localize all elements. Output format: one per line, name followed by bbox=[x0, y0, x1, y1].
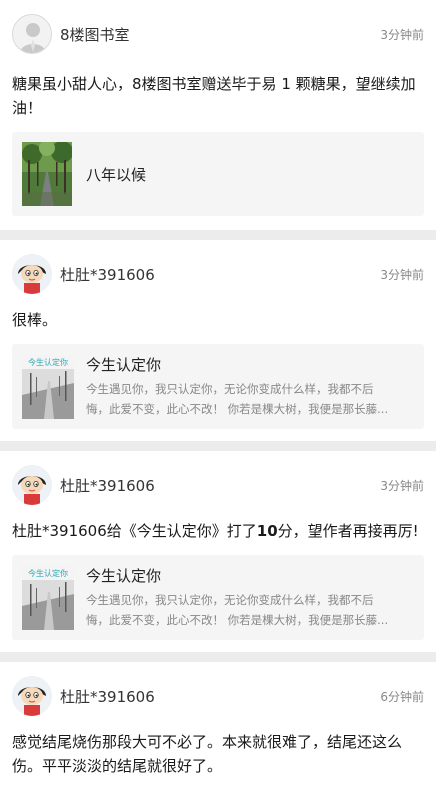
book-info: 八年以候 bbox=[86, 164, 414, 185]
book-cover: 今生认定你 bbox=[22, 354, 74, 419]
book-description: 今生遇见你，我只认定你，无论你变成什么样，我都不后 悔，此爱不变，此心不改！ 你… bbox=[86, 379, 414, 419]
username[interactable]: 杜肚*391606 bbox=[60, 475, 380, 496]
post-text-part: 分，望作者再接再厉! bbox=[277, 522, 419, 540]
username[interactable]: 8楼图书室 bbox=[60, 24, 380, 45]
book-title: 今生认定你 bbox=[86, 567, 162, 585]
book-info: 今生认定你 今生遇见你，我只认定你，无论你变成什么样，我都不后 悔，此爱不变，此… bbox=[86, 565, 414, 630]
activity-feed: 8楼图书室 3分钟前 糖果虽小甜人心，8楼图书室赠送毕于易 1 颗糖果，望继续加… bbox=[0, 0, 436, 802]
book-title: 八年以候 bbox=[86, 165, 147, 184]
book-description-line: 今生遇见你，我只认定你，无论你变成什么样，我都不后 bbox=[86, 382, 374, 396]
timestamp: 3分钟前 bbox=[380, 267, 424, 282]
feed-item-header: 杜肚*391606 3分钟前 bbox=[12, 254, 424, 294]
book-description-line: 悔，此爱不变，此心不改！ 你若是棵大树，我便是那长藤... bbox=[86, 402, 389, 416]
post-text: 杜肚*391606给《今生认定你》打了10分，望作者再接再厉! bbox=[12, 519, 424, 543]
timestamp: 6分钟前 bbox=[380, 689, 424, 704]
book-description-line: 悔，此爱不变，此心不改！ 你若是棵大树，我便是那长藤... bbox=[86, 613, 389, 627]
feed-item-header: 杜肚*391606 3分钟前 bbox=[12, 465, 424, 505]
book-info: 今生认定你 今生遇见你，我只认定你，无论你变成什么样，我都不后 悔，此爱不变，此… bbox=[86, 354, 414, 419]
feed-item-header: 8楼图书室 3分钟前 bbox=[12, 14, 424, 54]
cartoon-avatar-icon[interactable] bbox=[12, 465, 52, 505]
cartoon-avatar-icon[interactable] bbox=[12, 676, 52, 716]
book-cover bbox=[22, 142, 74, 206]
book-description: 今生遇见你，我只认定你，无论你变成什么样，我都不后 悔，此爱不变，此心不改！ 你… bbox=[86, 590, 414, 630]
post-text: 很棒。 bbox=[12, 311, 58, 329]
book-title: 今生认定你 bbox=[86, 356, 162, 374]
feed-item[interactable]: 8楼图书室 3分钟前 糖果虽小甜人心，8楼图书室赠送毕于易 1 颗糖果，望继续加… bbox=[0, 0, 436, 230]
book-link-card[interactable]: 今生认定你 今生认定你 今生遇见你，我只认定你，无论你变成什么样，我都不后 悔，… bbox=[12, 344, 424, 429]
feed-item[interactable]: 杜肚*391606 3分钟前 很棒。 今生认定你 今生认定你 今生遇见你，我只认… bbox=[0, 240, 436, 441]
post-text-part: 杜肚*391606给《今生认定你》打了 bbox=[12, 522, 257, 540]
book-description-line: 今生遇见你，我只认定你，无论你变成什么样，我都不后 bbox=[86, 593, 374, 607]
book-link-card[interactable]: 八年以候 bbox=[12, 132, 424, 216]
feed-item[interactable]: 杜肚*391606 3分钟前 杜肚*391606给《今生认定你》打了10分，望作… bbox=[0, 451, 436, 652]
username[interactable]: 杜肚*391606 bbox=[60, 264, 380, 285]
cover-caption: 今生认定你 bbox=[28, 568, 68, 578]
username[interactable]: 杜肚*391606 bbox=[60, 686, 380, 707]
book-link-card[interactable]: 今生认定你 今生认定你 今生遇见你，我只认定你，无论你变成什么样，我都不后 悔，… bbox=[12, 555, 424, 640]
cartoon-avatar-icon[interactable] bbox=[12, 254, 52, 294]
feed-item[interactable]: 杜肚*391606 6分钟前 感觉结尾烧伤那段大可不必了。本来就很难了，结尾还这… bbox=[0, 662, 436, 802]
timestamp: 3分钟前 bbox=[380, 27, 424, 42]
timestamp: 3分钟前 bbox=[380, 478, 424, 493]
book-cover: 今生认定你 bbox=[22, 565, 74, 630]
post-text: 糖果虽小甜人心，8楼图书室赠送毕于易 1 颗糖果，望继续加油！ bbox=[12, 75, 416, 117]
cover-caption: 今生认定你 bbox=[28, 357, 68, 367]
feed-item-header: 杜肚*391606 6分钟前 bbox=[12, 676, 424, 716]
post-text: 感觉结尾烧伤那段大可不必了。本来就很难了，结尾还这么伤。平平淡淡的结尾就很好了。 bbox=[12, 733, 403, 775]
rating-score: 10 bbox=[256, 522, 278, 540]
default-avatar-icon[interactable] bbox=[12, 14, 52, 54]
